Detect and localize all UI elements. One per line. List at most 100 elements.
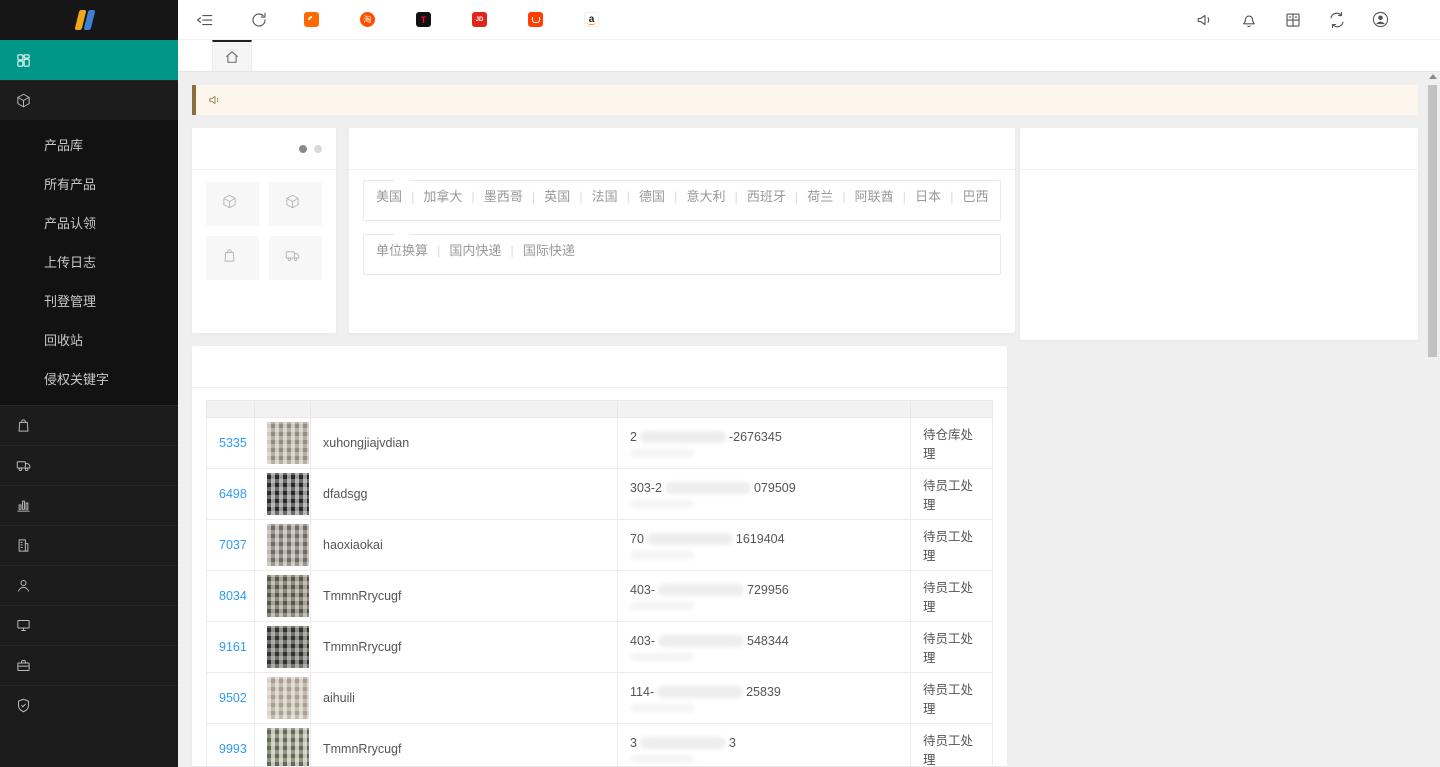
link-taobao[interactable]: 淘 — [360, 12, 380, 27]
country-link[interactable]: 美国 — [376, 189, 402, 204]
sidebar-group-orders[interactable] — [0, 405, 178, 445]
bell-icon[interactable] — [1240, 11, 1258, 29]
order-id-link[interactable]: 5335 — [219, 436, 247, 450]
tab-home[interactable] — [212, 40, 252, 71]
monitor-icon — [16, 618, 31, 633]
country-link[interactable]: 日本 — [894, 189, 941, 204]
sidebar-subitem[interactable]: 产品库 — [0, 126, 178, 165]
link-jd[interactable]: JD — [472, 12, 492, 27]
order-status: 待员工处理 — [923, 479, 973, 512]
tabs-scroll-right[interactable] — [1372, 40, 1406, 71]
1688-icon — [304, 12, 319, 27]
query-link[interactable]: 国际快递 — [501, 243, 574, 258]
apps-grid-icon[interactable] — [1284, 11, 1302, 29]
sidebar-collapse-icon[interactable] — [196, 11, 214, 29]
sidebar-group-accounts[interactable] — [0, 565, 178, 605]
sidebar-group-logistics[interactable] — [0, 445, 178, 485]
country-link[interactable]: 巴西 — [941, 189, 988, 204]
sidebar-item-amazon-auth[interactable] — [0, 685, 178, 725]
user-menu[interactable] — [1372, 11, 1396, 28]
tab-product-library[interactable] — [252, 40, 289, 71]
redacted-text — [630, 449, 694, 457]
refresh-icon[interactable] — [250, 11, 268, 29]
country-link[interactable]: 荷兰 — [786, 189, 833, 204]
sidebar-subitem[interactable]: 刊登管理 — [0, 282, 178, 321]
order-status: 待员工处理 — [923, 734, 973, 766]
col-header-status — [911, 401, 993, 418]
order-id-link[interactable]: 6498 — [219, 487, 247, 501]
link-amazon[interactable]: a — [584, 12, 604, 27]
order-id-link[interactable]: 7037 — [219, 538, 247, 552]
amazon-id: 2-2676345 — [630, 430, 782, 444]
sidebar-subitem[interactable]: 上传日志 — [0, 243, 178, 282]
order-status: 待员工处理 — [923, 632, 973, 665]
product-image-blurred — [267, 575, 309, 617]
todo-tile-to-purchase[interactable] — [269, 182, 322, 226]
dashboard-icon — [16, 53, 31, 68]
taobao-icon: 淘 — [360, 12, 375, 27]
vertical-scrollbar[interactable] — [1428, 72, 1437, 767]
order-row: 9993 TmmnRrycugf 33 待员工处理 — [207, 724, 993, 767]
scrollbar-thumb[interactable] — [1428, 85, 1437, 357]
tmall-icon: T — [416, 12, 431, 27]
country-link[interactable]: 西班牙 — [725, 189, 785, 204]
order-row: 9502 aihuili 114-25839 待员工处理 — [207, 673, 993, 724]
cube-icon — [16, 93, 31, 108]
sidebar-subitem[interactable]: 产品认领 — [0, 204, 178, 243]
redacted-text — [640, 737, 726, 749]
shortcuts-card: 美国加拿大墨西哥英国法国德国意大利西班牙荷兰阿联酋日本巴西 单位换算国内快递国际… — [349, 128, 1015, 333]
product-image-blurred — [267, 626, 309, 668]
order-id-link[interactable]: 9161 — [219, 640, 247, 654]
country-link[interactable]: 阿联酋 — [833, 189, 893, 204]
truck-icon — [285, 248, 300, 263]
carousel-dot-active[interactable] — [299, 145, 307, 153]
country-link[interactable]: 英国 — [523, 189, 570, 204]
country-link[interactable]: 意大利 — [665, 189, 725, 204]
building-icon — [16, 538, 31, 553]
sidebar-group-toolkit[interactable] — [0, 645, 178, 685]
sidebar-subitem[interactable]: 侵权关键字 — [0, 360, 178, 399]
todo-tile-to-receive[interactable] — [269, 236, 322, 280]
tabs-scroll-left[interactable] — [178, 40, 212, 71]
todo-card — [192, 128, 336, 333]
brand-logo — [0, 0, 178, 40]
todo-tile-new-order[interactable] — [206, 236, 259, 280]
box-icon — [285, 194, 300, 209]
todo-tile-new-product[interactable] — [206, 182, 259, 226]
sidebar-item-console[interactable] — [0, 40, 178, 80]
exchange-rate-icon[interactable] — [1328, 11, 1346, 29]
sidebar-group-system[interactable] — [0, 605, 178, 645]
country-link[interactable]: 墨西哥 — [462, 189, 522, 204]
country-link[interactable]: 法国 — [570, 189, 617, 204]
country-link[interactable]: 加拿大 — [402, 189, 462, 204]
order-row: 9161 TmmnRrycugf 403-548344 待员工处理 — [207, 622, 993, 673]
sidebar-group-company[interactable] — [0, 525, 178, 565]
sidebar-subitem[interactable]: 所有产品 — [0, 165, 178, 204]
link-aliexpress[interactable] — [528, 12, 548, 27]
carousel-dot[interactable] — [314, 145, 322, 153]
country-link[interactable]: 德国 — [618, 189, 665, 204]
redacted-text — [630, 551, 694, 559]
shortcuts-common-group: 单位换算国内快递国际快递 — [363, 234, 1001, 275]
sidebar-subitem[interactable]: 回收站 — [0, 321, 178, 360]
exchange-rates-card — [1020, 128, 1418, 340]
topbar: 淘 T JD a — [178, 0, 1440, 40]
order-id-link[interactable]: 9502 — [219, 691, 247, 705]
col-header-image — [255, 401, 311, 418]
scrollbar-up-arrow[interactable] — [1429, 74, 1437, 79]
aliexpress-icon — [528, 12, 543, 27]
content-area: 美国加拿大墨西哥英国法国德国意大利西班牙荷兰阿联酋日本巴西 单位换算国内快递国际… — [178, 72, 1440, 767]
sidebar-group-reports[interactable] — [0, 485, 178, 525]
redacted-text — [630, 704, 694, 712]
common-query-links: 单位换算国内快递国际快递 — [376, 237, 988, 264]
tabs-menu-icon[interactable] — [1406, 40, 1440, 71]
query-link[interactable]: 国内快递 — [428, 243, 501, 258]
sidebar-group-product[interactable] — [0, 80, 178, 120]
link-tmall[interactable]: T — [416, 12, 436, 27]
announcement-icon[interactable] — [1196, 11, 1214, 29]
order-id-link[interactable]: 9993 — [219, 742, 247, 756]
link-1688[interactable] — [304, 12, 324, 27]
order-id-link[interactable]: 8034 — [219, 589, 247, 603]
query-link[interactable]: 单位换算 — [376, 243, 428, 258]
home-icon — [225, 50, 239, 64]
